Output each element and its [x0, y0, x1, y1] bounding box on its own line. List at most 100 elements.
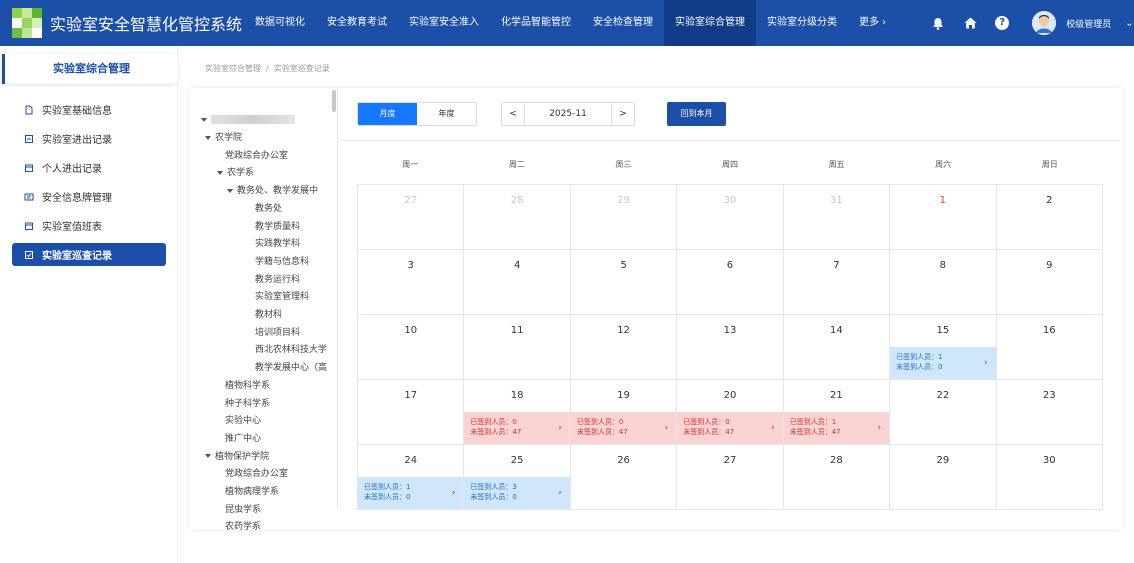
- tree-node[interactable]: 培训项目科: [255, 327, 300, 339]
- nav-item[interactable]: 安全检查管理: [582, 0, 664, 46]
- chevron-right-icon[interactable]: ›: [984, 358, 988, 368]
- bell-icon[interactable]: [930, 15, 946, 31]
- calendar-day[interactable]: 28: [464, 185, 571, 250]
- sidebar-item[interactable]: 个人进出记录: [12, 156, 166, 179]
- calendar-day[interactable]: 8: [890, 250, 997, 315]
- current-month-button[interactable]: 回到本月: [667, 102, 726, 126]
- month-value[interactable]: 2025-11: [524, 103, 612, 125]
- prev-month-button[interactable]: <: [502, 103, 524, 125]
- calendar-day[interactable]: 29: [570, 185, 678, 250]
- sidebar-item[interactable]: 实验室值班表: [12, 214, 166, 237]
- attendance-badge[interactable]: 已签到人员：1 未签到人员：47 ›: [783, 412, 890, 444]
- calendar-day[interactable]: 21 已签到人员：1 未签到人员：47 ›: [783, 380, 891, 445]
- tree-scrollbar[interactable]: [332, 90, 336, 112]
- tree-node[interactable]: 农学系: [217, 167, 254, 179]
- chevron-down-icon[interactable]: ⌄: [1125, 18, 1133, 29]
- calendar-day[interactable]: 6: [677, 250, 784, 315]
- tree-node[interactable]: 学籍与信息科: [255, 256, 309, 268]
- tree-root-node[interactable]: [201, 114, 295, 126]
- attendance-badge[interactable]: 已签到人员：0 未签到人员：47 ›: [570, 412, 677, 444]
- calendar-day[interactable]: 17: [358, 380, 465, 445]
- calendar-day[interactable]: 7: [783, 250, 891, 315]
- tree-node[interactable]: 种子科学系: [225, 398, 270, 410]
- tree-node[interactable]: 教务运行科: [255, 274, 300, 286]
- calendar-day[interactable]: 27: [358, 185, 465, 250]
- attendance-badge[interactable]: 已签到人员：0 未签到人员：47 ›: [464, 412, 570, 444]
- calendar-day[interactable]: 27: [677, 445, 784, 510]
- tree-node[interactable]: 昆虫学系: [225, 504, 261, 516]
- tree-node[interactable]: 教学发展中心（高: [255, 362, 327, 374]
- attendance-badge[interactable]: 已签到人员：1 未签到人员：0 ›: [890, 347, 996, 379]
- attendance-badge[interactable]: 已签到人员：0 未签到人员：47 ›: [677, 412, 783, 444]
- nav-item[interactable]: 化学品智能管控: [490, 0, 582, 46]
- attendance-badge[interactable]: 已签到人员：3 未签到人员：0 ›: [464, 477, 570, 509]
- attendance-badge[interactable]: 已签到人员：1 未签到人员：0 ›: [358, 477, 464, 509]
- calendar-day[interactable]: 22: [890, 380, 997, 445]
- sidebar-item[interactable]: 实验室进出记录: [12, 127, 166, 150]
- calendar-day[interactable]: 2: [996, 185, 1103, 250]
- calendar-day[interactable]: 25 已签到人员：3 未签到人员：0 ›: [464, 445, 571, 510]
- sidebar-item[interactable]: 安全信息牌管理: [12, 185, 166, 208]
- calendar-day[interactable]: 14: [783, 315, 891, 380]
- help-icon[interactable]: ?: [994, 15, 1010, 31]
- chevron-right-icon[interactable]: ›: [452, 488, 456, 498]
- calendar-day[interactable]: 1: [890, 185, 997, 250]
- tree-node[interactable]: 教学质量科: [255, 221, 300, 233]
- tree-node[interactable]: 教务处: [255, 203, 282, 215]
- calendar-day[interactable]: 4: [464, 250, 571, 315]
- chevron-right-icon[interactable]: ›: [771, 423, 775, 433]
- sidebar-item[interactable]: 实验室巡查记录: [12, 243, 166, 266]
- calendar-day[interactable]: 30: [996, 445, 1103, 510]
- calendar-day[interactable]: 23: [996, 380, 1103, 445]
- tree-node[interactable]: 实践教学科: [255, 238, 300, 250]
- calendar-day[interactable]: 5: [570, 250, 678, 315]
- nav-item[interactable]: 实验室综合管理: [664, 0, 756, 46]
- calendar-day[interactable]: 15 已签到人员：1 未签到人员：0 ›: [890, 315, 997, 380]
- calendar-day[interactable]: 18 已签到人员：0 未签到人员：47 ›: [464, 380, 571, 445]
- chevron-right-icon[interactable]: ›: [558, 423, 562, 433]
- calendar-day[interactable]: 3: [358, 250, 465, 315]
- home-icon[interactable]: [962, 15, 978, 31]
- chevron-right-icon[interactable]: ›: [558, 488, 562, 498]
- view-year-button[interactable]: 年度: [417, 103, 476, 125]
- calendar-day[interactable]: 26: [570, 445, 678, 510]
- calendar-day[interactable]: 31: [783, 185, 891, 250]
- calendar-day[interactable]: 10: [358, 315, 465, 380]
- tree-node[interactable]: 植物科学系: [225, 380, 270, 392]
- calendar-day[interactable]: 12: [570, 315, 678, 380]
- avatar[interactable]: [1032, 11, 1057, 35]
- tree-node[interactable]: 农学院: [205, 132, 242, 144]
- calendar-day[interactable]: 13: [677, 315, 784, 380]
- sidebar-item[interactable]: 实验室基础信息: [12, 98, 166, 121]
- tree-node[interactable]: 植物病理学系: [225, 486, 279, 498]
- nav-item[interactable]: 实验室分级分类: [756, 0, 848, 46]
- nav-item[interactable]: 安全教育考试: [316, 0, 398, 46]
- tree-node[interactable]: 教务处、教学发展中: [227, 185, 318, 197]
- calendar-day[interactable]: 28: [783, 445, 891, 510]
- nav-item[interactable]: 更多 ›: [848, 0, 906, 46]
- nav-item[interactable]: 数据可视化: [244, 0, 316, 46]
- user-name[interactable]: 校级管理员: [1066, 17, 1111, 30]
- chevron-right-icon[interactable]: ›: [665, 423, 669, 433]
- calendar-day[interactable]: 9: [996, 250, 1103, 315]
- tree-node[interactable]: 推广中心: [225, 433, 261, 445]
- calendar-day[interactable]: 29: [890, 445, 997, 510]
- tree-node[interactable]: 教材科: [255, 309, 282, 321]
- breadcrumb-parent[interactable]: 实验室综合管理: [205, 64, 261, 73]
- calendar-day[interactable]: 19 已签到人员：0 未签到人员：47 ›: [570, 380, 678, 445]
- tree-node[interactable]: 党政综合办公室: [225, 150, 288, 162]
- calendar-day[interactable]: 11: [464, 315, 571, 380]
- calendar-day[interactable]: 20 已签到人员：0 未签到人员：47 ›: [677, 380, 784, 445]
- calendar-day[interactable]: 16: [996, 315, 1103, 380]
- tree-node[interactable]: 农药学系: [225, 521, 261, 530]
- calendar-day[interactable]: 24 已签到人员：1 未签到人员：0 ›: [358, 445, 465, 510]
- view-month-button[interactable]: 月度: [358, 103, 417, 125]
- tree-node[interactable]: 实验室管理科: [255, 291, 309, 303]
- tree-node[interactable]: 植物保护学院: [205, 451, 269, 463]
- tree-node[interactable]: 西北农林科技大学: [255, 344, 327, 356]
- nav-item[interactable]: 实验室安全准入: [398, 0, 490, 46]
- next-month-button[interactable]: >: [612, 103, 634, 125]
- tree-node[interactable]: 党政综合办公室: [225, 468, 288, 480]
- chevron-right-icon[interactable]: ›: [878, 423, 882, 433]
- calendar-day[interactable]: 30: [677, 185, 784, 250]
